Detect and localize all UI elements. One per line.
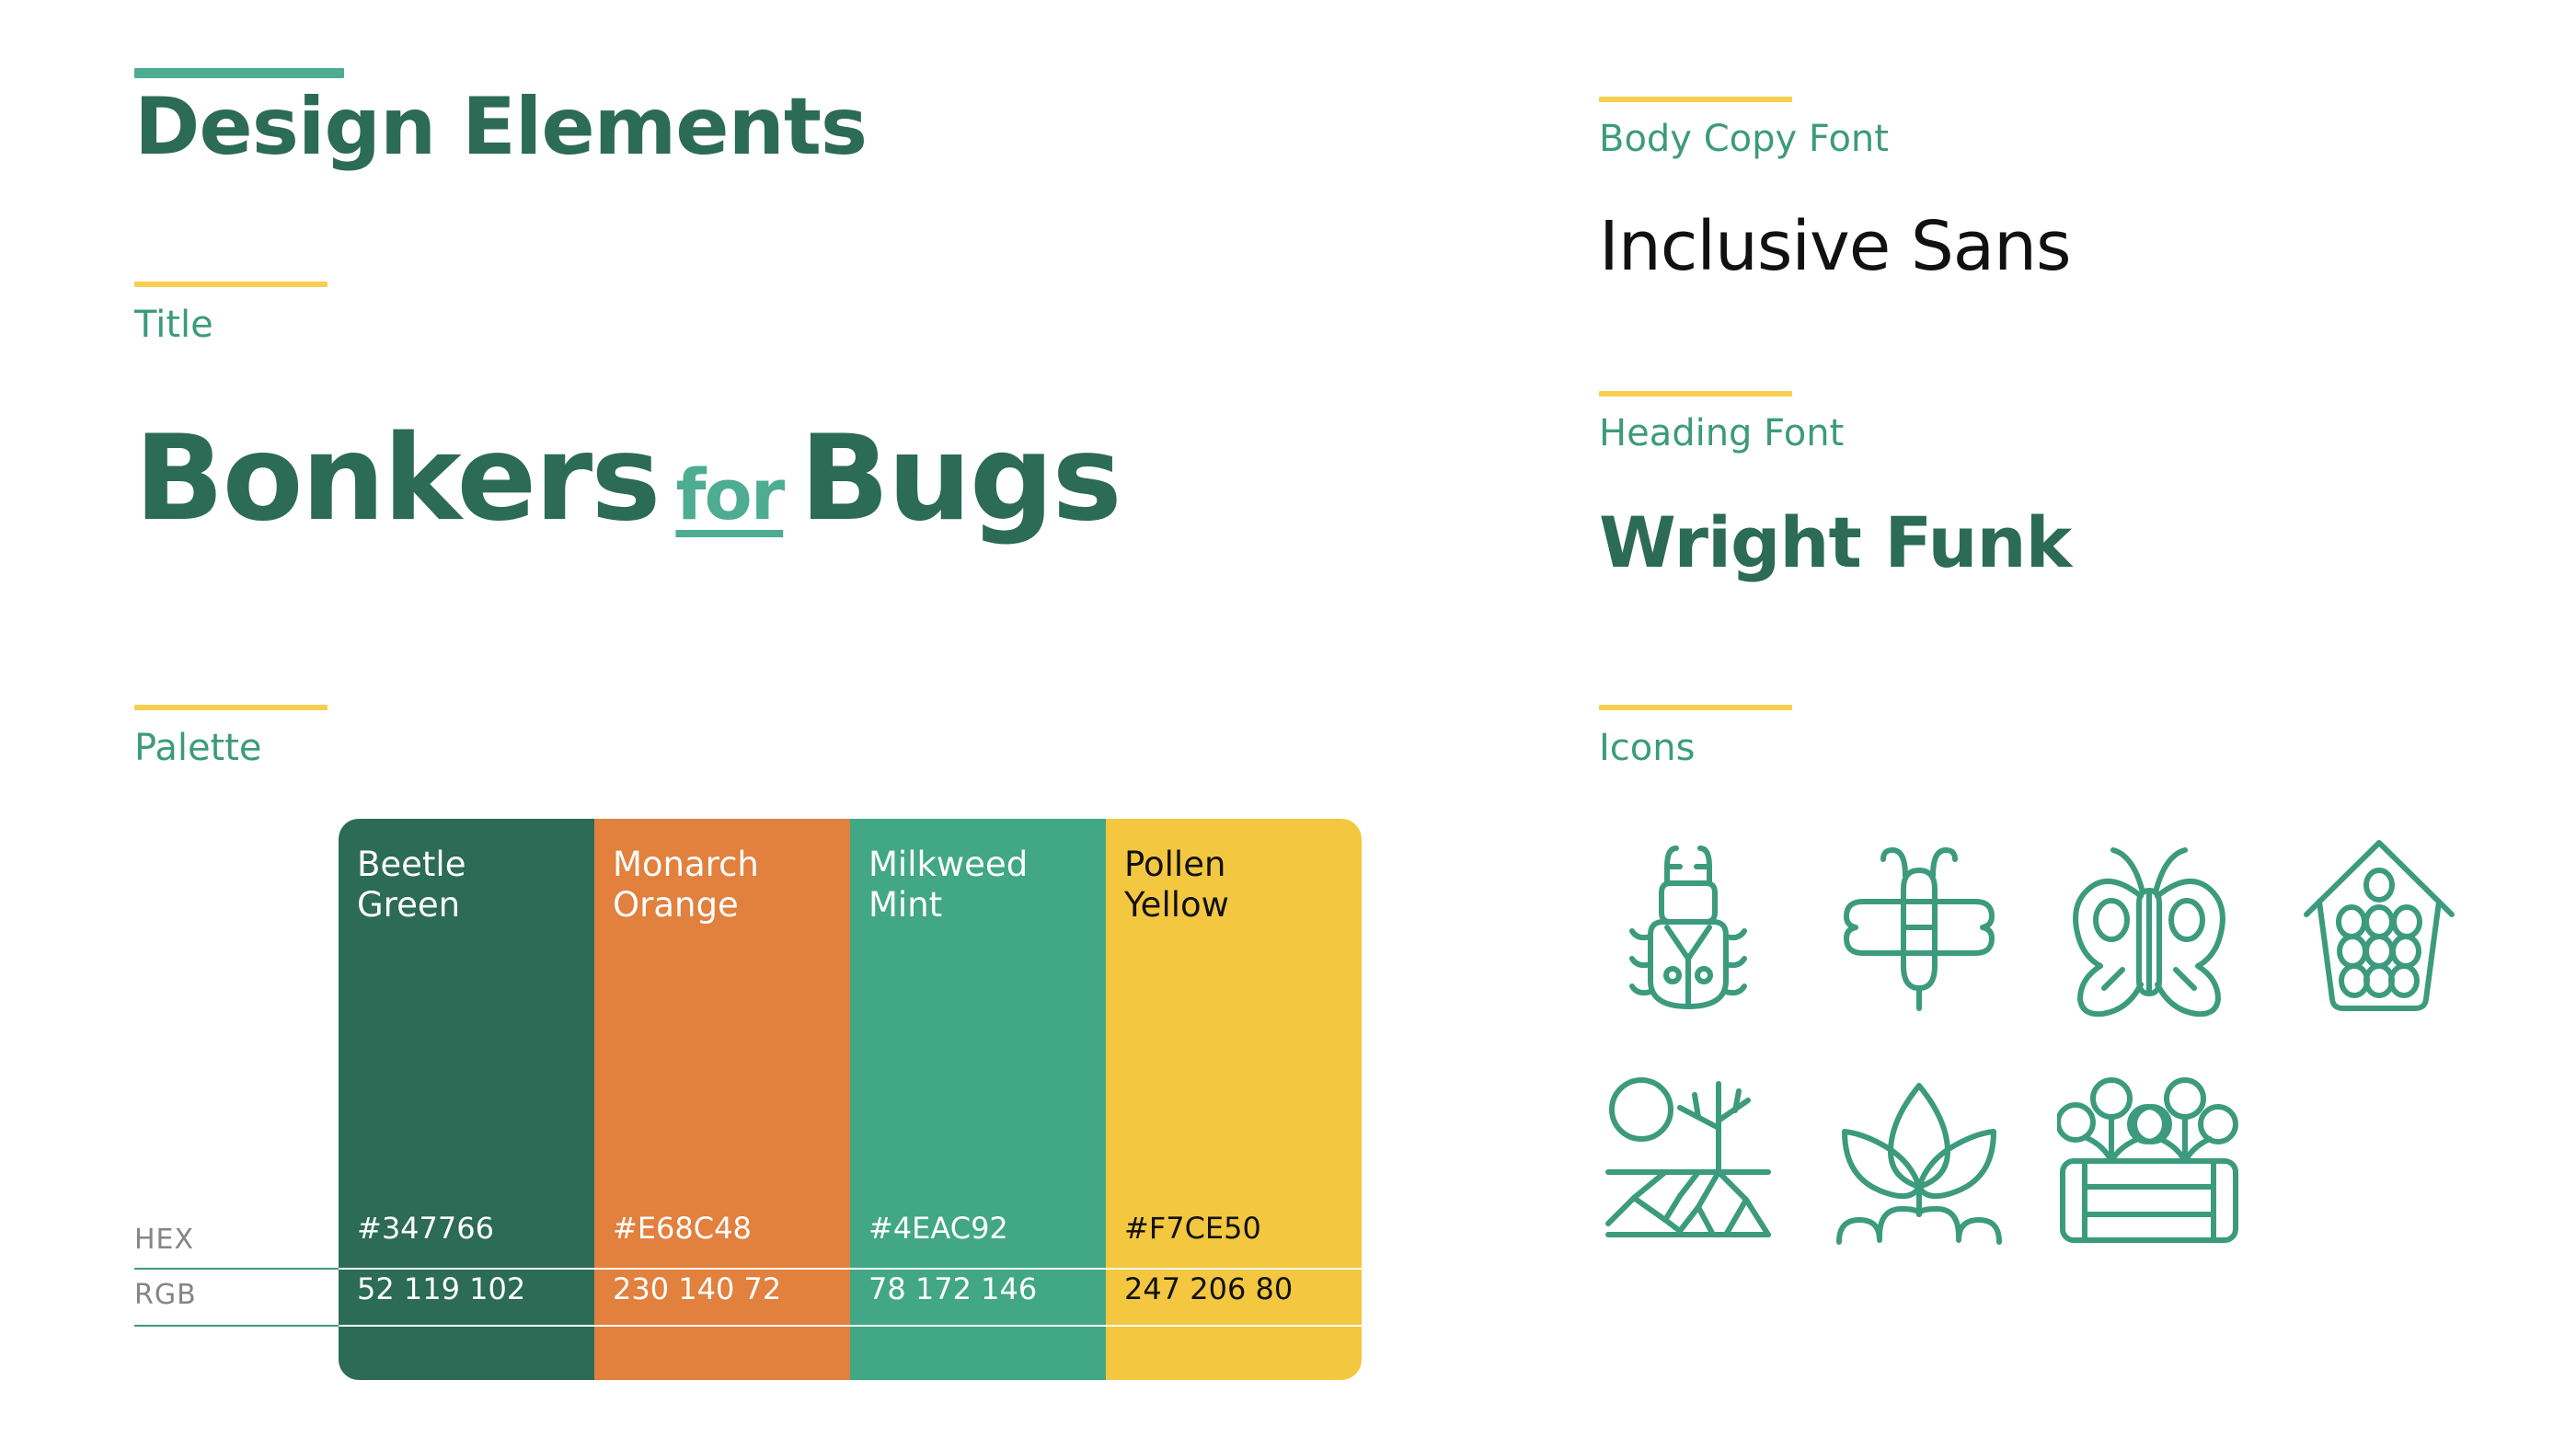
swatch-beetle-green[interactable]: Beetle Green #347766 52 119 102 [339, 819, 594, 1380]
body-copy-section-rule [1599, 97, 1792, 102]
swatch-hex-value: #E68C48 [613, 1211, 752, 1246]
section-label-body-copy: Body Copy Font [1599, 118, 1889, 160]
style-guide-page: Design Elements Title Bonkers for Bugs P… [0, 0, 2576, 1449]
palette-row-separator [339, 1268, 1362, 1270]
icon-cell [2274, 828, 2486, 1026]
swatch-monarch-orange[interactable]: Monarch Orange #E68C48 230 140 72 [594, 819, 850, 1380]
brand-connector: for [675, 454, 785, 535]
swatch-name: Monarch Orange [613, 845, 759, 925]
brand-word-one: Bonkers [134, 410, 661, 547]
swatch-rgb-value: 78 172 146 [868, 1271, 1038, 1306]
swatch-name: Pollen Yellow [1124, 845, 1229, 925]
swatch-rgb-value: 247 206 80 [1124, 1271, 1294, 1306]
bee-icon [1843, 846, 1995, 1011]
palette-rule-hex [134, 1268, 344, 1270]
heading-section-rule [1599, 391, 1792, 397]
swatch-milkweed-mint[interactable]: Milkweed Mint #4EAC92 78 172 146 [850, 819, 1106, 1380]
brand-lockup: Bonkers for Bugs [134, 410, 1122, 547]
tree-roots-icon [1605, 1076, 1771, 1237]
deck-title-rule [134, 68, 344, 78]
icon-cell [1582, 1061, 1794, 1259]
title-section-rule [134, 282, 328, 287]
swatch-hex-value: #4EAC92 [868, 1211, 1008, 1246]
icon-cell [1813, 1061, 2025, 1259]
icon-cell [2043, 1061, 2255, 1259]
palette-row-label-rgb: RGB [134, 1279, 197, 1311]
body-copy-font-sample: Inclusive Sans [1599, 207, 2072, 286]
section-label-icons: Icons [1599, 727, 1696, 769]
swatch-pollen-yellow[interactable]: Pollen Yellow #F7CE50 247 206 80 [1106, 819, 1362, 1380]
section-label-title: Title [134, 304, 213, 346]
planter-box-icon [2057, 1076, 2238, 1243]
swatch-rgb-value: 52 119 102 [357, 1271, 526, 1306]
heading-font-sample: Wright Funk [1599, 501, 2072, 583]
sprout-icon [1835, 1082, 2002, 1245]
swatch-name: Milkweed Mint [868, 845, 1029, 925]
palette-row-label-hex: HEX [134, 1224, 195, 1256]
section-label-palette: Palette [134, 727, 262, 769]
page-title: Design Elements [134, 81, 868, 173]
icons-section-rule [1599, 705, 1792, 710]
icon-grid [1582, 828, 2493, 1259]
icon-cell [1813, 828, 2025, 1026]
brand-word-two: Bugs [799, 410, 1121, 547]
palette-row-separator [339, 1325, 1362, 1327]
beetle-icon [1629, 845, 1747, 1009]
swatch-hex-value: #347766 [357, 1211, 494, 1246]
palette-rule-rgb [134, 1325, 344, 1327]
icon-cell [1582, 828, 1794, 1026]
palette-section-rule [134, 705, 328, 710]
icon-cell [2043, 828, 2255, 1026]
section-label-heading: Heading Font [1599, 412, 1845, 454]
palette-swatch-block: Beetle Green #347766 52 119 102 Monarch … [339, 819, 1362, 1380]
butterfly-icon [2073, 846, 2225, 1017]
bee-house-icon [2304, 839, 2455, 1011]
swatch-name: Beetle Green [357, 845, 466, 925]
swatch-rgb-value: 230 140 72 [613, 1271, 782, 1306]
swatch-hex-value: #F7CE50 [1124, 1211, 1261, 1246]
palette-swatches: Beetle Green #347766 52 119 102 Monarch … [339, 819, 1362, 1380]
